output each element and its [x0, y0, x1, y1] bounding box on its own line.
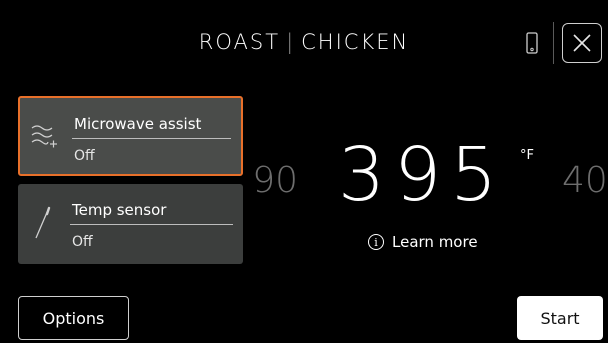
temp-previous-value[interactable]: 90	[248, 160, 298, 201]
card-title: Temp sensor	[72, 201, 167, 219]
header-divider	[553, 22, 554, 64]
card-divider	[70, 224, 233, 225]
page-title: ROAST | CHICKEN	[0, 30, 608, 54]
temperature-value[interactable]: 395	[338, 138, 506, 212]
phone-icon[interactable]	[525, 32, 539, 56]
start-button[interactable]: Start	[517, 296, 603, 340]
card-title: Microwave assist	[74, 115, 202, 133]
temp-sensor-card[interactable]: Temp sensor Off	[18, 184, 243, 264]
title-right: CHICKEN	[301, 30, 410, 54]
learn-more-label: Learn more	[392, 233, 478, 251]
learn-more-link[interactable]: i Learn more	[368, 233, 478, 251]
title-separator: |	[286, 30, 296, 54]
options-button[interactable]: Options	[18, 296, 129, 340]
info-icon: i	[368, 234, 384, 250]
close-button[interactable]	[562, 23, 602, 63]
temp-probe-icon	[28, 204, 58, 242]
card-value: Off	[72, 234, 93, 250]
close-icon	[573, 34, 591, 52]
card-divider	[72, 138, 231, 139]
title-left: ROAST	[198, 30, 281, 54]
microwave-assist-card[interactable]: Microwave assist Off	[18, 96, 243, 176]
microwave-waves-plus-icon	[30, 118, 60, 156]
card-value: Off	[74, 148, 95, 164]
temp-next-value[interactable]: 40	[562, 160, 608, 201]
temperature-unit: °F	[520, 148, 534, 163]
